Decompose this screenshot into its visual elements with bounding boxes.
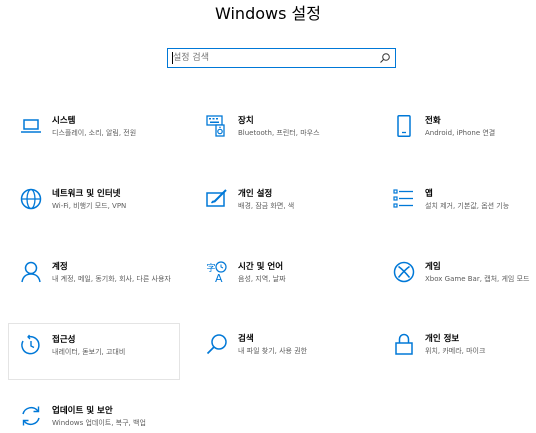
tile-name: 게임 [425,262,441,272]
tile-ease-of-access[interactable]: 접근성 내레이터, 돋보기, 고대비 [8,323,180,380]
tile-description: Wi-Fi, 비행기 모드, VPN [52,202,127,210]
tile-description: 내레이터, 돋보기, 고대비 [52,348,126,356]
tile-system[interactable]: 시스템 디스플레이, 소리, 알림, 전원 [8,115,180,173]
tile-description: 위치, 카메라, 마이크 [425,347,486,355]
tile-name: 개인 설정 [238,189,273,199]
tile-search[interactable]: 검색 내 파일 찾기, 사용 권한 [194,333,366,391]
tile-description: 디스플레이, 소리, 알림, 전원 [52,129,137,137]
lock-icon [393,333,415,355]
tile-description: 배경, 잠금 화면, 색 [238,202,295,210]
tile-description: Xbox Game Bar, 캡처, 게임 모드 [425,275,530,283]
tile-update-security[interactable]: 업데이트 및 보안 Windows 업데이트, 복구, 백업 [8,405,180,433]
tile-name: 앱 [425,189,433,199]
ease-of-access-icon [20,334,42,356]
tile-privacy[interactable]: 개인 정보 위치, 카메라, 마이크 [381,333,536,391]
search-box[interactable]: 설정 검색 [167,48,396,68]
text-caret [172,52,173,64]
search-input[interactable]: 설정 검색 [173,49,373,67]
xbox-icon [393,261,415,283]
tile-name: 계정 [52,262,68,272]
tile-time-language[interactable]: 字A 시간 및 언어 음성, 지역, 날짜 [194,261,366,319]
tile-name: 전화 [425,116,441,126]
tile-personalization[interactable]: 개인 설정 배경, 잠금 화면, 색 [194,188,366,246]
search-icon[interactable] [379,52,391,64]
tile-description: 내 계정, 메일, 동기화, 회사, 다른 사용자 [52,275,171,283]
tile-name: 시간 및 언어 [238,262,284,272]
keyboard-speaker-icon [206,115,228,137]
tile-name: 접근성 [52,335,76,345]
tile-network-internet[interactable]: 네트워크 및 인터넷 Wi-Fi, 비행기 모드, VPN [8,188,180,246]
time-language-icon: 字A [206,261,228,283]
tile-description: 내 파일 찾기, 사용 권한 [238,347,308,355]
apps-list-icon [393,188,415,210]
tile-description: 설치 제거, 기본값, 옵션 기능 [425,202,510,210]
tile-phone[interactable]: 전화 Android, iPhone 연결 [381,115,536,173]
search-icon [206,333,228,355]
phone-icon [393,115,415,137]
tile-name: 개인 정보 [425,334,460,344]
person-icon [20,261,42,283]
tile-name: 업데이트 및 보안 [52,406,113,416]
update-sync-icon [20,405,42,427]
svg-text:A: A [215,272,223,283]
tile-name: 검색 [238,334,254,344]
globe-icon [20,188,42,210]
laptop-icon [20,115,42,137]
tile-devices[interactable]: 장치 Bluetooth, 프린터, 마우스 [194,115,366,173]
personalization-icon [206,188,228,210]
tile-accounts[interactable]: 계정 내 계정, 메일, 동기화, 회사, 다른 사용자 [8,261,180,319]
tile-description: 음성, 지역, 날짜 [238,275,286,283]
tile-name: 시스템 [52,116,76,126]
tile-name: 네트워크 및 인터넷 [52,189,121,199]
tile-description: Bluetooth, 프린터, 마우스 [238,129,320,137]
page-title: Windows 설정 [215,4,321,23]
tile-name: 장치 [238,116,254,126]
tile-description: Android, iPhone 연결 [425,129,496,137]
tile-apps[interactable]: 앱 설치 제거, 기본값, 옵션 기능 [381,188,536,246]
tile-gaming[interactable]: 게임 Xbox Game Bar, 캡처, 게임 모드 [381,261,536,319]
tile-description: Windows 업데이트, 복구, 백업 [52,419,146,427]
